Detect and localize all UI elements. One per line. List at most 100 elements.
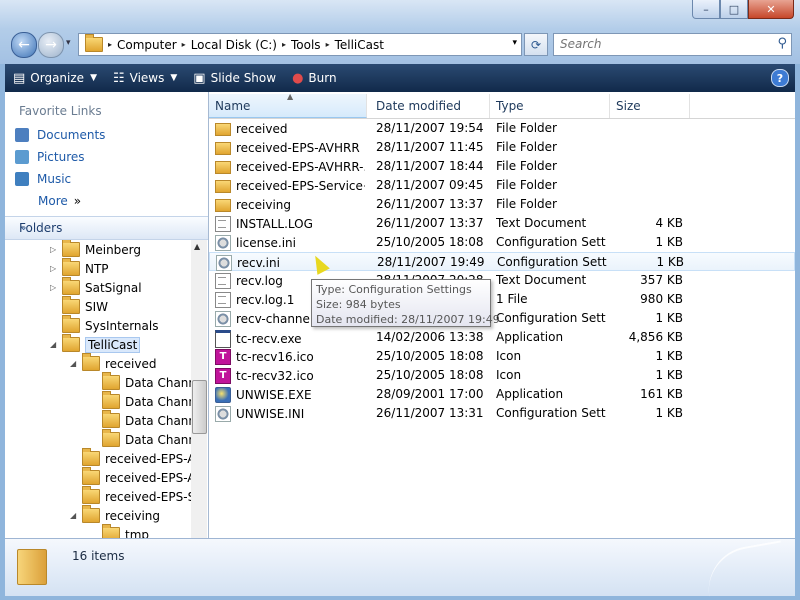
tree-item[interactable]: Data Channel 1 [90,372,191,392]
tree-item[interactable]: tmp [90,524,149,538]
file-row[interactable]: recv.ini 28/11/2007 19:49 Configuration Se… [209,252,795,271]
file-date: 28/11/2007 19:49 [377,255,485,269]
file-row[interactable]: received-EPS-AVHRR 28/11/2007 11:45 File F… [209,138,795,157]
breadcrumb-tellicast[interactable]: TelliCast [330,38,389,52]
expand-arrow-icon[interactable]: ▷ [50,245,60,254]
file-type: Configuration Sett... [496,406,606,420]
folder-file-icon [215,161,231,174]
maximize-button[interactable]: □ [720,0,748,19]
item-count: 16 items [72,549,125,563]
file-name-cell: Ttc-recv32.ico [215,368,365,384]
column-type[interactable]: Type [490,94,610,118]
music-icon [15,172,29,186]
config-file-icon [215,406,231,422]
folder-icon [102,429,120,447]
close-button[interactable]: ✕ [748,0,794,19]
file-row[interactable]: license.ini 25/10/2005 18:08 Configuration… [209,233,795,252]
file-type: Configuration Sett... [497,255,607,269]
column-name[interactable]: ▲ Name [209,92,367,118]
file-row[interactable]: recv.log28/11/2007 20:28Text Document357… [209,271,795,290]
expand-arrow-icon[interactable]: ▷ [50,283,60,292]
tree-item[interactable]: ▷ NTP [50,258,109,278]
refresh-button[interactable]: ⟳ [524,33,548,56]
search-box[interactable]: ⚲ [553,33,792,56]
expand-arrow-icon[interactable]: ◢ [70,359,80,368]
burn-button[interactable]: ● Burn [284,71,345,86]
tree-item[interactable]: ◢ receiving [70,505,160,525]
column-label: Name [215,99,251,113]
file-row[interactable]: received 28/11/2007 19:54 File Folder [209,119,795,138]
config-file-icon [215,235,231,251]
file-row[interactable]: received-EPS-Service+... 28/11/2007 09:45… [209,176,795,195]
column-size[interactable]: Size [610,94,690,118]
help-icon[interactable]: ? [771,69,789,87]
breadcrumb-local-disk[interactable]: Local Disk (C:) [186,38,282,52]
favorite-more[interactable]: More » [38,194,81,208]
tree-item-label: Meinberg [85,242,142,257]
search-icon[interactable]: ⚲ [777,36,787,51]
favorite-links-heading: Favorite Links [19,104,102,118]
file-name-cell: UNWISE.EXE [215,387,365,403]
minimize-button[interactable]: – [692,0,720,19]
file-row[interactable]: INSTALL.LOG 26/11/2007 13:37 Text Document… [209,214,795,233]
expand-arrow-icon[interactable]: ▷ [50,264,60,273]
slideshow-button[interactable]: ▣ Slide Show [185,71,284,86]
file-row[interactable]: receiving 26/11/2007 13:37 File Folder [209,195,795,214]
tree-item[interactable]: ▷ Meinberg [50,240,141,259]
favorite-documents[interactable]: Documents [15,128,105,142]
tree-item[interactable]: SysInternals [50,315,158,335]
recent-pages-dropdown[interactable]: ▾ [66,38,71,48]
scroll-up-icon[interactable]: ▲ [194,242,200,251]
forward-button[interactable]: → [38,32,64,58]
file-row[interactable]: received-EPS-AVHRR-... 28/11/2007 18:44 Fi… [209,157,795,176]
tree-item[interactable]: Data Channel 3 [90,410,191,430]
expand-arrow-icon[interactable]: ◢ [50,340,60,349]
breadcrumb-tools[interactable]: Tools [286,38,326,52]
file-type: Configuration Sett... [496,235,606,249]
address-dropdown-icon[interactable]: ▾ [512,38,517,48]
tree-item[interactable]: ◢ received [70,353,156,373]
file-row[interactable]: UNWISE.INI 26/11/2007 13:31 Configuration … [209,404,795,423]
tree-scrollbar[interactable]: ▲ [191,240,207,538]
tree-item[interactable]: received-EPS-Servi [70,486,191,506]
folder-file-icon [215,123,231,136]
tree-item[interactable]: SIW [50,296,108,316]
collapse-chevron-icon[interactable]: ⌄ [19,220,202,233]
back-button[interactable]: ← [11,32,37,58]
file-row[interactable]: tc-recv.exe 14/02/2006 13:38 Application 4,… [209,328,795,348]
file-row[interactable]: recv.log.128/11/2007 20:281 File980 KB [209,290,795,309]
file-size: 4 KB [655,216,683,230]
file-name-cell: received-EPS-Service+... [215,178,365,193]
file-date: 26/11/2007 13:37 [376,197,484,211]
tree-item[interactable]: Data Channel 4 [90,429,191,449]
scrollbar-thumb[interactable] [192,380,207,434]
organize-button[interactable]: ▤ Organize ▼ [5,71,105,86]
file-name: tc-recv32.ico [236,369,314,383]
tree-item[interactable]: ◢ TelliCast [50,334,141,354]
column-date-modified[interactable]: Date modified [370,94,490,118]
favorite-label: Documents [37,128,106,142]
breadcrumb-computer[interactable]: Computer [112,38,182,52]
slideshow-label: Slide Show [210,71,277,85]
file-name-cell: received-EPS-AVHRR [215,140,365,155]
tree-item[interactable]: Data Channel 2 [90,391,191,411]
favorite-pictures[interactable]: Pictures [15,150,85,164]
file-row[interactable]: UNWISE.EXE 28/09/2001 17:00 Application 161… [209,385,795,404]
tree-item[interactable]: received-EPS-AVHI [70,448,191,468]
expand-arrow-icon[interactable]: ◢ [70,511,80,520]
favorite-music[interactable]: Music [15,172,71,186]
search-input[interactable] [558,36,762,52]
folders-header[interactable]: Folders ⌄ [5,216,208,240]
file-date: 26/11/2007 13:37 [376,216,484,230]
file-row[interactable]: recv-channels28/11/2007 19:49Configurati… [209,309,795,328]
tree-item[interactable]: received-EPS-AVHI [70,467,191,487]
file-row[interactable]: Ttc-recv16.ico 25/10/2005 18:08 Icon 1 KB [209,347,795,366]
file-size: 161 KB [640,387,683,401]
file-date: 26/11/2007 13:31 [376,406,484,420]
tree-item[interactable]: ▷ SatSignal [50,277,142,297]
address-bar[interactable]: ▸ Computer ▸ Local Disk (C:) ▸ Tools ▸ T… [78,33,522,56]
file-row[interactable]: Ttc-recv32.ico 25/10/2005 18:08 Icon 1 KB [209,366,795,385]
folder-icon [62,334,80,352]
views-button[interactable]: ☷ Views ▼ [105,71,185,86]
documents-icon [15,128,29,142]
